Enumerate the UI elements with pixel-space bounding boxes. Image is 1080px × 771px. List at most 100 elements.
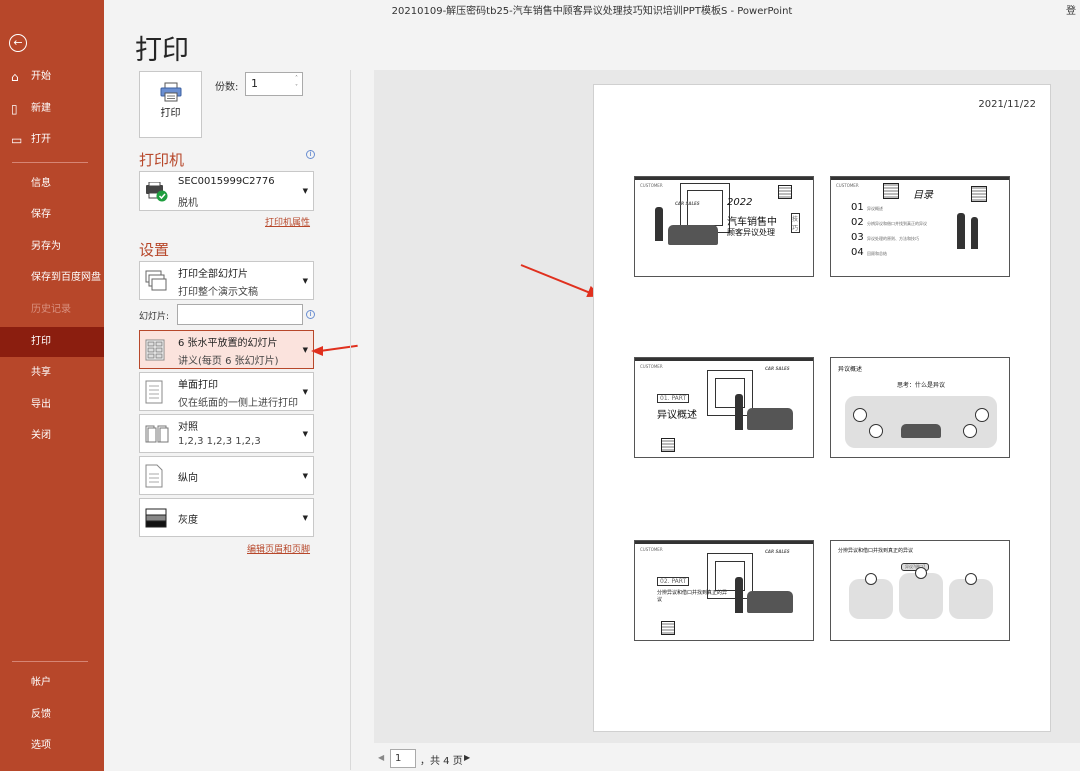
sidebar-item-history: 历史记录 bbox=[31, 304, 71, 315]
copies-label: 份数: bbox=[215, 82, 239, 93]
slide-brand: CAR SALES bbox=[765, 366, 790, 371]
signin-link[interactable]: 登 bbox=[1066, 0, 1076, 24]
slides-range-line2: 打印整个演示文稿 bbox=[178, 287, 258, 298]
color-select[interactable]: 灰度 ▼ bbox=[139, 498, 314, 537]
chevron-down-icon: ▼ bbox=[302, 430, 308, 438]
slide-top-bar bbox=[635, 177, 813, 180]
color-line1: 灰度 bbox=[178, 515, 198, 526]
spin-down-icon[interactable]: ˅ bbox=[292, 83, 301, 92]
slides-range-select[interactable]: 打印全部幻灯片 打印整个演示文稿 ▼ bbox=[139, 261, 314, 300]
agenda-number: 04 bbox=[851, 247, 864, 258]
backstage-sidebar: ← ⌂ 开始 ▯ 新建 ▭ 打开 信息 保存 另存为 保存到百度网盘 历史记录 打印 … bbox=[0, 0, 104, 771]
printer-properties-link[interactable]: 打印机属性 bbox=[265, 215, 310, 228]
slide-heading: 分辨异议和借口并找到真正的异议 bbox=[838, 548, 914, 554]
slide-panel bbox=[949, 579, 993, 619]
page-number-input[interactable]: 1 bbox=[390, 749, 416, 768]
slide-brand: CAR SALES bbox=[765, 549, 790, 554]
back-arrow-icon[interactable]: ← bbox=[9, 34, 27, 52]
chevron-down-icon: ▼ bbox=[302, 472, 308, 480]
page-title: 打印 bbox=[135, 35, 189, 66]
sidebar-item-save-as[interactable]: 另存为 bbox=[0, 232, 104, 262]
sidebar-item-new[interactable]: ▯ 新建 bbox=[0, 94, 104, 124]
slide-thumbnail: CUSTOMER 2022 汽车销售中 顾客异议处理 技巧 CAR SALES bbox=[634, 176, 814, 277]
page-date: 2021/11/22 bbox=[978, 99, 1036, 110]
slides-range-line1: 打印全部幻灯片 bbox=[178, 269, 248, 280]
printer-name: SEC0015999C2776 bbox=[178, 176, 275, 187]
slide-thumbnail: 分辨异议和借口并找到真正的异议 异议?借口? bbox=[830, 540, 1010, 641]
chevron-down-icon: ▼ bbox=[302, 346, 308, 354]
settings-heading: 设置 bbox=[139, 241, 170, 259]
printer-icon bbox=[160, 82, 181, 102]
layout-line2: 讲义(每页 6 张幻灯片) bbox=[178, 356, 279, 367]
agenda-text: 异议处理的原则、方法和技巧 bbox=[867, 236, 919, 241]
sidebar-item-save-baidu[interactable]: 保存到百度网盘 bbox=[0, 263, 104, 293]
annotation-arrow-head bbox=[311, 346, 323, 356]
person-illustration bbox=[735, 394, 743, 430]
slides-stack-icon bbox=[145, 270, 167, 291]
prev-page-icon[interactable]: ◀ bbox=[378, 753, 384, 762]
slide-heading: 异议概述 bbox=[838, 366, 863, 373]
printer-select[interactable]: SEC0015999C2776 脱机 ▼ bbox=[139, 171, 314, 211]
print-button[interactable]: 打印 bbox=[139, 71, 202, 138]
grayscale-icon bbox=[145, 508, 167, 528]
slide-panel bbox=[849, 579, 893, 619]
person-illustration bbox=[655, 207, 663, 241]
info-icon[interactable]: i bbox=[306, 310, 315, 319]
agenda-text: 异议概述 bbox=[867, 206, 883, 211]
sidebar-item-home[interactable]: ⌂ 开始 bbox=[0, 62, 104, 92]
window-title: 20210109-解压密码tb25-汽车销售中顾客异议处理技巧知识培训PPT模板… bbox=[391, 6, 793, 17]
slide-circle bbox=[869, 424, 883, 438]
layout-select[interactable]: 6 张水平放置的幻灯片 讲义(每页 6 张幻灯片) ▼ bbox=[139, 330, 314, 369]
printer-status: 脱机 bbox=[178, 198, 198, 209]
slides-input[interactable] bbox=[177, 304, 303, 325]
slide-thumbnail: 异议概述 思考：什么是异议 bbox=[830, 357, 1010, 458]
sidebar-item-share[interactable]: 共享 bbox=[0, 358, 104, 388]
slide-top-bar bbox=[831, 177, 1009, 180]
sidebar-divider bbox=[12, 661, 88, 662]
slide-thumbnail: CUSTOMER 目录 01 异议概述 02 分辨异议和借口并找到真正的异议 0… bbox=[830, 176, 1010, 277]
sides-line1: 单面打印 bbox=[178, 380, 218, 391]
sidebar-item-open[interactable]: ▭ 打开 bbox=[0, 125, 104, 155]
sides-select[interactable]: 单面打印 仅在纸面的一侧上进行打印 ▼ bbox=[139, 372, 314, 411]
sidebar-item-info[interactable]: 信息 bbox=[0, 169, 104, 199]
slide-tag: CUSTOMER bbox=[640, 547, 663, 552]
sidebar-item-account[interactable]: 帐户 bbox=[0, 668, 104, 698]
page-total: ，共 4 页 bbox=[420, 756, 463, 767]
sidebar-divider bbox=[12, 162, 88, 163]
person-illustration bbox=[957, 213, 965, 249]
orientation-select[interactable]: 纵向 ▼ bbox=[139, 456, 314, 495]
spin-up-icon[interactable]: ˄ bbox=[292, 74, 301, 83]
handout-6-icon bbox=[145, 339, 165, 361]
slide-tag: CUSTOMER bbox=[640, 183, 663, 188]
slide-tag: CUSTOMER bbox=[640, 364, 663, 369]
slide-title: 目录 bbox=[913, 190, 933, 201]
slide-circle bbox=[853, 408, 867, 422]
sides-line2: 仅在纸面的一侧上进行打印 bbox=[178, 398, 298, 409]
slide-circle bbox=[963, 424, 977, 438]
chevron-down-icon: ▼ bbox=[302, 388, 308, 396]
printer-status-icon bbox=[146, 182, 168, 202]
sidebar-item-options[interactable]: 选项 bbox=[0, 731, 104, 761]
agenda-text: 回顾和总结 bbox=[867, 251, 887, 256]
edit-header-footer-link[interactable]: 编辑页眉和页脚 bbox=[247, 542, 310, 555]
sidebar-item-save[interactable]: 保存 bbox=[0, 200, 104, 230]
copies-spinner[interactable]: ˄ ˅ bbox=[292, 74, 301, 92]
preview-separator bbox=[350, 70, 351, 770]
layout-line1: 6 张水平放置的幻灯片 bbox=[178, 338, 278, 349]
slide-panel bbox=[899, 573, 943, 619]
qr-code-icon bbox=[778, 185, 792, 199]
home-icon: ⌂ bbox=[11, 70, 19, 84]
sidebar-item-feedback[interactable]: 反馈 bbox=[0, 700, 104, 730]
sidebar-item-export[interactable]: 导出 bbox=[0, 390, 104, 420]
slide-part: 01. PART bbox=[657, 394, 690, 403]
next-page-icon[interactable]: ▶ bbox=[464, 753, 470, 762]
info-icon[interactable]: i bbox=[306, 150, 315, 159]
preview-page: 2021/11/22 CUSTOMER 2022 汽车销售中 顾客异议处理 技巧… bbox=[593, 84, 1051, 732]
car-illustration bbox=[668, 225, 718, 245]
sidebar-item-print[interactable]: 打印 bbox=[0, 327, 104, 357]
collate-select[interactable]: 对照 1,2,3 1,2,3 1,2,3 ▼ bbox=[139, 414, 314, 453]
agenda-number: 02 bbox=[851, 217, 864, 228]
slide-year: 2022 bbox=[727, 197, 753, 208]
collate-line2: 1,2,3 1,2,3 1,2,3 bbox=[178, 436, 261, 447]
sidebar-item-close[interactable]: 关闭 bbox=[0, 421, 104, 451]
